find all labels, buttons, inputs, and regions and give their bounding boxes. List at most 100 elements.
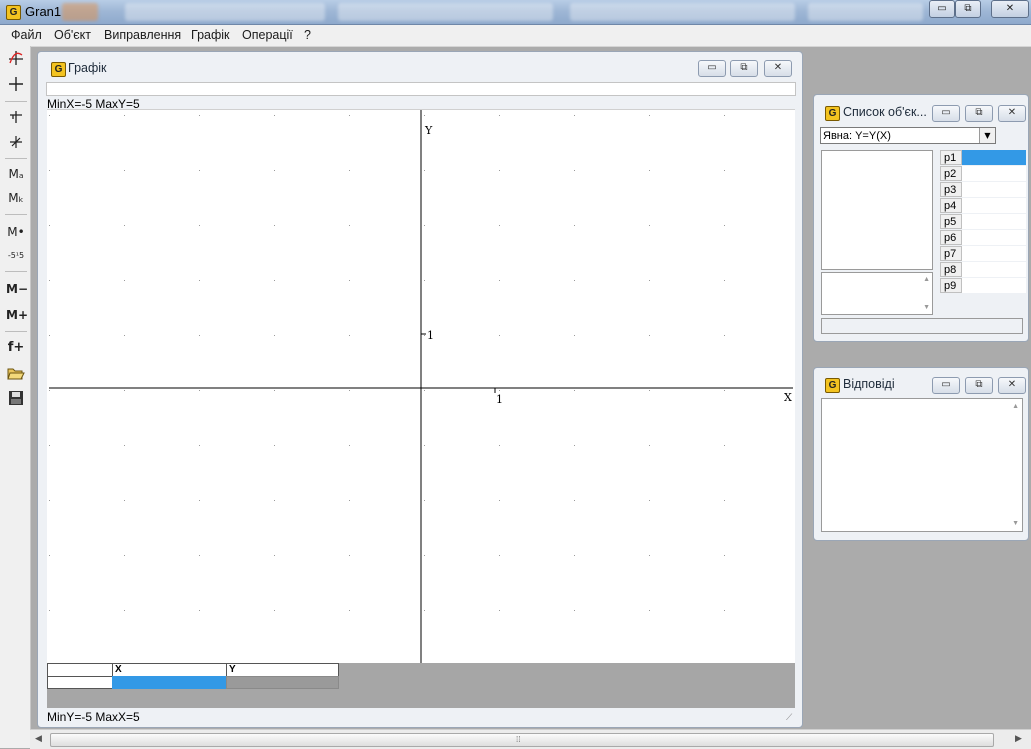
menu-operations[interactable]: Операції — [242, 28, 293, 42]
answers-close-button[interactable]: ✕ — [998, 377, 1026, 394]
param-label[interactable]: p3 — [940, 182, 962, 197]
taskbar-blur — [808, 3, 923, 21]
taskbar-blur — [125, 3, 325, 21]
menu-help[interactable]: ? — [304, 28, 311, 42]
object-list-restore-button[interactable]: ⧉ — [965, 105, 993, 122]
y-tick-label: 1 — [427, 329, 434, 342]
object-list-status — [821, 318, 1023, 334]
param-value-field[interactable] — [962, 230, 1026, 245]
plot-area[interactable]: Y 1 1 X — [47, 109, 795, 663]
menu-edit[interactable]: Виправлення — [104, 28, 181, 42]
param-label[interactable]: p1 — [940, 150, 962, 165]
object-list-window-title: Список об'єк... — [843, 105, 927, 119]
param-label[interactable]: p6 — [940, 230, 962, 245]
scale-coord-icon[interactable]: Mₖ — [6, 188, 26, 208]
close-button[interactable]: ✕ — [991, 0, 1029, 18]
scroll-down-icon[interactable]: ▼ — [923, 304, 930, 311]
scroll-left-icon[interactable]: ◀ — [35, 733, 42, 744]
toolbar-separator — [5, 271, 27, 272]
taskbar-blur — [62, 3, 98, 21]
table-cell-selected[interactable] — [112, 676, 227, 689]
scale-point-icon[interactable]: M• — [6, 222, 26, 242]
graph-window-icon: G — [51, 62, 66, 77]
param-value-field[interactable] — [962, 150, 1026, 165]
app-title: Gran1 — [25, 4, 62, 19]
menu-object[interactable]: Об'єкт — [54, 28, 91, 42]
object-list-minimize-button[interactable]: ▭ — [932, 105, 960, 122]
answers-window-title: Відповіді — [843, 377, 895, 391]
object-list-window: G Список об'єк... ▭ ⧉ ✕ Явна: Y=Y(X) ▼ ▲… — [813, 94, 1029, 342]
table-header-x[interactable]: X — [112, 663, 227, 677]
answers-text-area[interactable]: ▲ ▼ — [821, 398, 1023, 532]
slope-axis-icon[interactable] — [6, 132, 26, 152]
object-type-select[interactable]: Явна: Y=Y(X) ▼ — [820, 127, 996, 144]
scroll-down-icon[interactable]: ▼ — [1012, 520, 1019, 527]
grip-icon: ⁞⁞ — [516, 735, 521, 744]
table-header-y[interactable]: Y — [226, 663, 339, 677]
resize-grip-icon[interactable]: ⟋ — [786, 712, 796, 722]
object-list-box[interactable] — [821, 150, 933, 270]
scroll-thumb[interactable]: ⁞⁞ — [50, 733, 994, 747]
scroll-right-icon[interactable]: ▶ — [1015, 733, 1022, 744]
range-icon[interactable]: -5¹5 — [6, 246, 26, 266]
data-table: X Y — [47, 663, 795, 708]
add-function-icon[interactable]: f+ — [6, 338, 26, 358]
menu-graph[interactable]: Графік — [191, 28, 230, 42]
taskbar-blur — [338, 3, 553, 21]
graph-restore-button[interactable]: ⧉ — [730, 60, 758, 77]
param-value-field[interactable] — [962, 262, 1026, 277]
param-value-field[interactable] — [962, 278, 1026, 293]
app-title-bar: G Gran1 ▭ ⧉ ✕ — [0, 0, 1031, 25]
object-list-window-icon: G — [825, 106, 840, 121]
zoom-out-icon[interactable]: M− — [6, 279, 28, 299]
table-corner-cell — [47, 663, 113, 677]
param-value-field[interactable] — [962, 182, 1026, 197]
toolbar-separator — [5, 331, 27, 332]
graph-minimize-button[interactable]: ▭ — [698, 60, 726, 77]
param-value-field[interactable] — [962, 246, 1026, 261]
param-value-field[interactable] — [962, 198, 1026, 213]
table-cell[interactable] — [226, 676, 339, 689]
param-label[interactable]: p5 — [940, 214, 962, 229]
axes — [49, 110, 793, 663]
scroll-up-icon[interactable]: ▲ — [1012, 403, 1019, 410]
answers-restore-button[interactable]: ⧉ — [965, 377, 993, 394]
param-label[interactable]: p4 — [940, 198, 962, 213]
save-icon[interactable] — [6, 388, 26, 408]
open-folder-icon[interactable] — [6, 363, 26, 383]
app-icon: G — [6, 5, 21, 20]
draw-graph-icon[interactable] — [6, 48, 26, 68]
scroll-up-icon[interactable]: ▲ — [923, 276, 930, 283]
scale-auto-icon[interactable]: Mₐ — [6, 164, 26, 184]
axes-icon[interactable] — [6, 74, 26, 94]
left-toolbar: Mₐ Mₖ M• -5¹5 M− M+ f+ — [0, 46, 31, 748]
answers-window-icon: G — [825, 378, 840, 393]
menu-file[interactable]: Файл — [11, 28, 42, 42]
horizontal-scrollbar[interactable]: ◀ ⁞⁞ ▶ — [30, 729, 1031, 749]
x-tick-label: 1 — [496, 393, 503, 406]
toolbar-separator — [5, 214, 27, 215]
param-label[interactable]: p7 — [940, 246, 962, 261]
menu-bar: Файл Об'єкт Виправлення Графік Операції … — [0, 25, 1031, 47]
toolbar-separator — [5, 158, 27, 159]
param-label[interactable]: p9 — [940, 278, 962, 293]
param-label[interactable]: p8 — [940, 262, 962, 277]
table-row-header[interactable] — [47, 676, 113, 689]
answers-minimize-button[interactable]: ▭ — [932, 377, 960, 394]
x-axis-label: X — [784, 391, 792, 404]
taskbar-blur — [570, 3, 795, 21]
param-value-field[interactable] — [962, 214, 1026, 229]
graph-window: G Графік ▭ ⧉ ✕ MinX=-5 MaxY=5 Y 1 1 X X … — [37, 51, 803, 728]
param-label[interactable]: p2 — [940, 166, 962, 181]
restore-button[interactable]: ⧉ — [955, 0, 981, 18]
graph-close-button[interactable]: ✕ — [764, 60, 792, 77]
object-list-close-button[interactable]: ✕ — [998, 105, 1026, 122]
range-info-bottom: MinY=-5 MaxX=5 — [47, 710, 140, 724]
graph-input-strip[interactable] — [46, 82, 796, 96]
param-value-field[interactable] — [962, 166, 1026, 181]
grid-axis-icon[interactable] — [6, 107, 26, 127]
object-detail-box[interactable]: ▲ ▼ — [821, 272, 933, 315]
minimize-button[interactable]: ▭ — [929, 0, 955, 18]
zoom-in-icon[interactable]: M+ — [6, 305, 28, 325]
chevron-down-icon[interactable]: ▼ — [979, 128, 995, 143]
